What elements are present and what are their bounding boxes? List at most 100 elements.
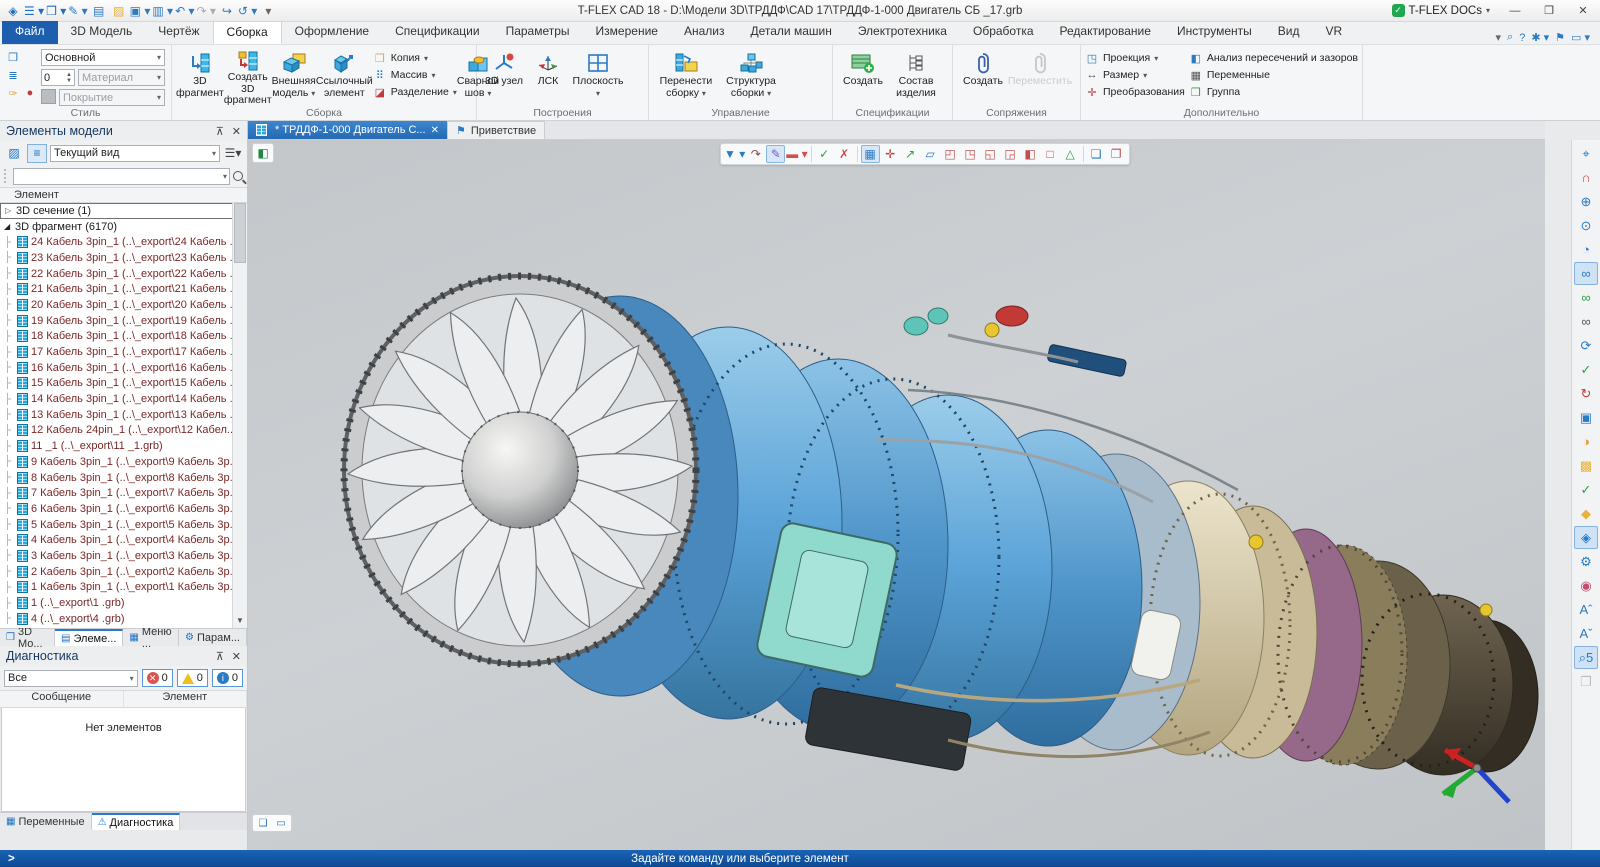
mate-move-button[interactable]: Переместить [1009, 47, 1071, 106]
ribbon-collapse-icon[interactable]: ▾ [1496, 31, 1502, 44]
color-swatch[interactable] [41, 89, 56, 104]
diagnostics-filter-combo[interactable]: Все▾ [4, 670, 138, 687]
tree-node-cable[interactable]: ├ 5 Кабель 3pin_1 (..\_export\5 Кабель 3… [0, 517, 247, 533]
undo-all-icon[interactable]: ↺ ▾ [238, 2, 257, 20]
copy-style-icon[interactable]: ❒ [6, 50, 20, 64]
tree-node-cable[interactable]: ├ 8 Кабель 3pin_1 (..\_export\8 Кабель 3… [0, 470, 247, 486]
node-3d-button[interactable]: 3D узел [481, 47, 527, 106]
material-view-icon[interactable]: ◆ [1574, 502, 1598, 525]
viewport-3d[interactable]: ◧ ▼ ▾↷✎▬ ▾✓✗▦✛↗▱◰◳◱◲◧□△❏❐ ❏▭ [248, 140, 1545, 850]
tree-node-cable[interactable]: ├ 7 Кабель 3pin_1 (..\_export\7 Кабель 3… [0, 485, 247, 501]
rotate-view-icon[interactable]: ↷ [746, 145, 765, 163]
camera-icon[interactable]: ◉ [1574, 574, 1598, 597]
window-layout-icon[interactable]: ❒ ▾ [46, 2, 66, 20]
tree-view-icon[interactable]: ≡ [27, 144, 47, 163]
cube-top-icon[interactable]: ◳ [961, 145, 980, 163]
tree-node-cable[interactable]: ├ 21 Кабель 3pin_1 (..\_export\21 Кабель… [0, 281, 247, 297]
check-geometry-icon[interactable]: ✓ [1574, 478, 1598, 501]
selection-filter-icon[interactable]: ▼ ▾ [724, 145, 745, 163]
workplane-icon[interactable]: ▱ [921, 145, 940, 163]
command-search-icon[interactable]: ⌕ [1507, 31, 1513, 44]
panel-close-icon[interactable]: ✕ [232, 125, 241, 138]
tree-node-cable[interactable]: ├ 15 Кабель 3pin_1 (..\_export\15 Кабель… [0, 376, 247, 392]
brush-icon[interactable]: ✑ [6, 86, 20, 100]
engine-model[interactable] [248, 140, 1545, 850]
dimension-button[interactable]: ↔ Размер▾ [1085, 68, 1189, 82]
show-hidden-icon[interactable]: ∞ [1574, 286, 1598, 309]
array-button[interactable]: ⠿ Массив▾ [373, 68, 457, 82]
create-fragment-button[interactable]: Создать 3D фрагмент [224, 47, 272, 106]
tree-node-cable[interactable]: ├ 2 Кабель 3pin_1 (..\_export\2 Кабель 3… [0, 564, 247, 580]
update-model-icon[interactable]: ⟳ [1574, 334, 1598, 357]
help-icon[interactable]: ? [1519, 32, 1525, 44]
cube-left-icon[interactable]: ◱ [981, 145, 1000, 163]
reference-element-button[interactable]: Ссылочный элемент [316, 47, 373, 106]
preview-icon[interactable]: ▨ [4, 144, 24, 163]
flag-icon[interactable]: ⚑ [1555, 31, 1565, 44]
view-combo[interactable]: Текущий вид▾ [50, 145, 220, 162]
lcs-button[interactable]: ЛСК [527, 47, 569, 106]
highlight-icon[interactable]: ✎ [766, 145, 785, 163]
list-options-icon[interactable]: ☰▾ [223, 144, 243, 163]
settings-icon[interactable]: ✱ ▾ [1531, 31, 1549, 44]
tree-node-cable[interactable]: ├ 19 Кабель 3pin_1 (..\_export\19 Кабель… [0, 313, 247, 329]
cube-back-icon[interactable]: ◧ [1021, 145, 1040, 163]
variables-button[interactable]: ▦ Переменные [1189, 68, 1358, 82]
visibility-icon[interactable]: ∞ [1574, 310, 1598, 333]
paste-icon[interactable]: ▤ [90, 2, 108, 20]
tree-node-cable[interactable]: ├ 17 Кабель 3pin_1 (..\_export\17 Кабель… [0, 344, 247, 360]
model-settings-icon[interactable]: ⚙ [1574, 550, 1598, 573]
move-assembly-button[interactable]: Перенести сборку ▾ [653, 47, 719, 106]
solid-view-icon[interactable]: ▩ [1574, 454, 1598, 477]
restore-button[interactable]: ❐ [1532, 0, 1566, 21]
page-2d-icon[interactable]: ❏ [1087, 145, 1106, 163]
tree-node-section[interactable]: ▷ 3D сечение (1) [0, 203, 247, 219]
clash-analysis-button[interactable]: ◧ Анализ пересечений и зазоров [1189, 51, 1358, 65]
page-wide-icon[interactable]: ▭ [273, 816, 289, 830]
external-model-button[interactable]: Внешняя модель ▾ [272, 47, 316, 106]
save-icon[interactable]: ▣ ▾ [130, 2, 151, 20]
tree-node-cable[interactable]: ├ 23 Кабель 3pin_1 (..\_export\23 Кабель… [0, 250, 247, 266]
collapse-arrow-icon[interactable]: ◢ [4, 222, 15, 231]
plane-by-face-icon[interactable]: △ [1061, 145, 1080, 163]
new-view-icon[interactable]: ❐ [1574, 670, 1598, 693]
page-3d-icon[interactable]: ❐ [1107, 145, 1126, 163]
print-icon[interactable]: ▥ ▾ [152, 2, 173, 20]
tree-node-cable[interactable]: ├ 9 Кабель 3pin_1 (..\_export\9 Кабель 3… [0, 454, 247, 470]
style-combo[interactable]: Основной▾ [41, 49, 165, 66]
node-3d-icon[interactable]: ✛ [881, 145, 900, 163]
qat-overflow-icon[interactable]: ▾ [259, 2, 277, 20]
font-decrease-icon[interactable]: Aˇ [1574, 622, 1598, 645]
bom-button[interactable]: Состав изделия [889, 47, 943, 106]
cube-front-icon[interactable]: ◰ [941, 145, 960, 163]
plane-button[interactable]: Плоскость▾ [569, 47, 627, 106]
render-image-icon[interactable]: ▣ [1574, 406, 1598, 429]
zoom-previous-icon[interactable]: ◔ [1574, 238, 1598, 261]
cube-iso-icon[interactable]: □ [1041, 145, 1060, 163]
tree-node-cable[interactable]: ├ 14 Кабель 3pin_1 (..\_export\14 Кабель… [0, 391, 247, 407]
colors-icon[interactable]: ● [23, 86, 37, 100]
search-icon[interactable] [233, 171, 243, 181]
shading-mode-icon[interactable]: ◑ [1574, 430, 1598, 453]
assembly-structure-button[interactable]: Структура сборки ▾ [719, 47, 783, 106]
undo-icon[interactable]: ↶ ▾ [175, 2, 194, 20]
tree-node-cable[interactable]: ├ 4 (..\_export\4 .grb) [0, 611, 247, 627]
redo-icon[interactable]: ↷ ▾ [197, 2, 216, 20]
coating-combo[interactable]: Покрытие▾ [59, 89, 165, 106]
document-tab-welcome[interactable]: ⚑ Приветствие [447, 121, 545, 139]
autorotate-icon[interactable]: ↻ [1574, 382, 1598, 405]
zoom-scale-icon[interactable]: ⌕5 [1574, 646, 1598, 669]
tree-node-cable[interactable]: ├ 1 (..\_export\1 .grb) [0, 595, 247, 611]
layers-icon[interactable]: ≣ [6, 68, 20, 82]
main-menu-icon[interactable]: ☰ ▾ [24, 2, 44, 20]
pin-icon[interactable]: ⊼ [216, 650, 224, 663]
select-window-icon[interactable]: ⌖ [1574, 142, 1598, 165]
tree-node-cable[interactable]: ├ 18 Кабель 3pin_1 (..\_export\18 Кабель… [0, 329, 247, 345]
zoom-window-icon[interactable]: ⊙ [1574, 214, 1598, 237]
group-button[interactable]: ❒ Группа [1189, 85, 1358, 99]
error-count-badge[interactable]: ✕ 0 [142, 669, 173, 687]
minimize-button[interactable]: — [1498, 0, 1532, 21]
macro-icon[interactable]: ↪ [218, 2, 236, 20]
panel-close-icon[interactable]: ✕ [232, 650, 241, 663]
font-increase-icon[interactable]: Aˆ [1574, 598, 1598, 621]
